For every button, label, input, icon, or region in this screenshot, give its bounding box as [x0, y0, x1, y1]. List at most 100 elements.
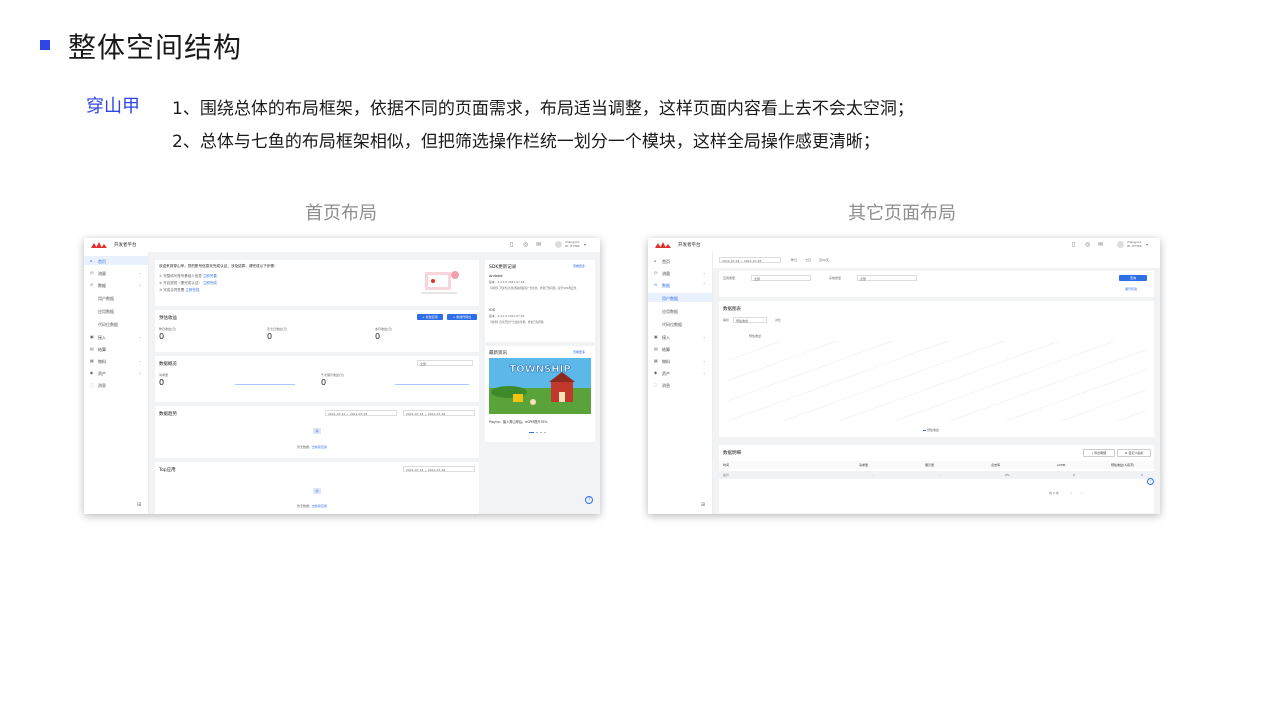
- sidebar-item-app-data[interactable]: 应用数据: [84, 306, 148, 315]
- news-banner-image[interactable]: TOWNSHIP: [489, 358, 591, 414]
- help-icon[interactable]: ◎: [1085, 241, 1090, 248]
- sidebar-item-data[interactable]: ⊙ 数据 ⌃: [648, 280, 712, 289]
- sidebar-item-traffic[interactable]: ◷ 流量 ⌄: [648, 268, 712, 277]
- empty-data-icon: [313, 488, 321, 494]
- sidebar-item-settlement[interactable]: ▤ 结算: [648, 344, 712, 353]
- table-header-cell[interactable]: 预估收益(人民币): [1111, 463, 1134, 467]
- carousel-dot[interactable]: [544, 432, 546, 433]
- compare-label[interactable]: 对比: [775, 318, 781, 322]
- document-icon[interactable]: ▯: [1072, 241, 1075, 248]
- carousel-dot-active[interactable]: [529, 432, 534, 433]
- user-info[interactable]: zhangxxx ID: 87364: [1127, 240, 1142, 248]
- query-button[interactable]: 查询: [1119, 275, 1147, 281]
- sidebar-item-slot-data[interactable]: 代码位数据: [648, 319, 712, 328]
- pagination-prev-icon[interactable]: ‹: [1071, 491, 1072, 495]
- avatar[interactable]: [555, 241, 562, 248]
- sidebar-item-assets[interactable]: ◆ 资产 ⌄: [648, 368, 712, 377]
- carousel-dot[interactable]: [540, 432, 542, 433]
- news-more-link[interactable]: 查看更多: [573, 350, 585, 354]
- overview-value-requests: 0: [159, 378, 165, 387]
- table-header: [719, 461, 1154, 469]
- chart-panel: 数据图表 指标 预估收益 对比 预估收益 预估收益: [719, 301, 1154, 437]
- sidebar-item-messages[interactable]: ◌ 消息: [648, 380, 712, 389]
- quick-date-7days[interactable]: 七日: [805, 258, 811, 262]
- collapse-sidebar-icon[interactable]: ⊞: [701, 502, 705, 509]
- data-icon: ⊙: [654, 282, 658, 287]
- chevron-down-icon[interactable]: ▾: [584, 241, 586, 248]
- sidebar-item-assets[interactable]: ◆ 资产 ⌄: [84, 368, 148, 377]
- top-apps-card: Top应用 2021-07-22 ~ 2021-07-28 暂无数据，去新建应用: [155, 462, 479, 514]
- filter-panel: 应用类型 全部 系统类型 全部 查询 展开筛选: [719, 271, 1154, 297]
- app-type-label: 应用类型: [723, 276, 736, 280]
- sidebar-item-material[interactable]: ▦ 物料 ⌄: [84, 356, 148, 365]
- table-header-cell: 时间: [723, 463, 730, 467]
- integration-icon: ▣: [90, 334, 94, 339]
- sidebar-item-settlement[interactable]: ▤ 结算: [84, 344, 148, 353]
- avatar[interactable]: [1117, 241, 1124, 248]
- trend-date-range[interactable]: 2021-07-22 ~ 2021-07-28: [325, 410, 397, 416]
- help-icon[interactable]: ◎: [523, 241, 528, 248]
- quick-date-30days[interactable]: 近30天: [819, 258, 829, 262]
- welcome-step-2: ② 开启提现（需完成认证） 立即完成: [159, 281, 217, 285]
- mail-icon[interactable]: ✉: [536, 241, 541, 248]
- new-app-button[interactable]: + 新建应用: [417, 314, 443, 320]
- empty-data-icon: [313, 428, 321, 434]
- overview-value-ecpm: 0: [321, 378, 327, 387]
- svg-text:TOWNSHIP: TOWNSHIP: [509, 364, 570, 375]
- material-icon: ▦: [90, 358, 94, 363]
- quick-date-yesterday[interactable]: 昨日: [791, 258, 797, 262]
- table-header-cell[interactable]: 展示量: [925, 463, 934, 467]
- date-range-picker[interactable]: 2021-07-22 ~ 2021-07-28: [719, 257, 781, 263]
- chevron-down-icon[interactable]: ▾: [1146, 241, 1148, 248]
- app-type-select[interactable]: 全部: [751, 275, 811, 281]
- table-header-cell[interactable]: eCPM: [1057, 463, 1065, 467]
- sidebar-item-slot-data[interactable]: 代码位数据: [84, 319, 148, 328]
- expand-filter-link[interactable]: 展开筛选: [1125, 287, 1137, 291]
- help-float-icon[interactable]: ?: [585, 496, 593, 504]
- help-float-icon[interactable]: ?: [1147, 478, 1154, 485]
- sidebar-item-integration[interactable]: ▣ 接入 ⌄: [648, 332, 712, 341]
- page-title: 整体空间结构: [68, 31, 243, 64]
- table-cell: 总计: [723, 473, 730, 477]
- assets-icon: ◆: [654, 370, 658, 375]
- trend-compare-range[interactable]: 2021-07-22 ~ 2021-07-28: [403, 410, 475, 416]
- chart-legend[interactable]: 预估收益: [923, 428, 939, 432]
- top-apps-date-range[interactable]: 2021-07-22 ~ 2021-07-28: [403, 466, 475, 472]
- sidebar-item-home[interactable]: ⌂ 首页: [84, 256, 148, 265]
- overview-label-requests: 请求量: [159, 373, 169, 377]
- news-title: 最新资讯: [489, 351, 507, 356]
- sdk-more-link[interactable]: 查看更多: [573, 264, 585, 268]
- date-filter-bar: 2021-07-22 ~ 2021-07-28 昨日 七日 近30天: [713, 252, 1160, 268]
- overview-select[interactable]: 全部: [417, 360, 473, 366]
- sidebar-item-integration[interactable]: ▣ 接入 ⌄: [84, 332, 148, 341]
- sidebar-item-material[interactable]: ▦ 物料 ⌄: [648, 356, 712, 365]
- os-type-select[interactable]: 全部: [857, 275, 917, 281]
- sdk-entry-version: 版本：3.4.1.0 2021-07-16: [489, 280, 525, 284]
- table-header-cell[interactable]: 点击率: [991, 463, 1000, 467]
- export-button[interactable]: ⤓ 导出明细: [1083, 449, 1115, 457]
- sidebar-item-user-data[interactable]: 用户数据: [648, 293, 712, 302]
- table-header-cell[interactable]: 请求量: [859, 463, 868, 467]
- sidebar-item-user-data[interactable]: 用户数据: [84, 293, 148, 302]
- traffic-icon: ◷: [90, 270, 94, 275]
- pagination-next-icon[interactable]: ›: [1081, 491, 1082, 495]
- metric-select[interactable]: 预估收益: [733, 317, 767, 323]
- sdk-entry-version: 版本：3.4.1.0 2021-07-16: [489, 314, 525, 318]
- document-icon[interactable]: ▯: [510, 241, 513, 248]
- news-caption[interactable]: Playrix：接入穿山甲后，eCPM提升35%: [489, 419, 548, 424]
- user-info[interactable]: zhangxxx ID: 87364: [565, 240, 580, 248]
- collapse-sidebar-icon[interactable]: ⊞: [137, 502, 141, 509]
- new-slot-button[interactable]: + 新建代码位: [447, 314, 477, 320]
- sidebar-item-messages[interactable]: ◌ 消息: [84, 380, 148, 389]
- sidebar-item-data[interactable]: ⊙ 数据 ⌄: [84, 280, 148, 289]
- message-icon: ◌: [654, 382, 658, 387]
- custom-metrics-button[interactable]: ⚙ 自定义指标: [1117, 449, 1151, 457]
- table-cell: 0: [1073, 473, 1075, 477]
- sidebar-item-app-data[interactable]: 应用数据: [648, 306, 712, 315]
- sidebar-item-home[interactable]: ⌂ 首页: [648, 256, 712, 265]
- overview-sparkline: [235, 384, 295, 385]
- mail-icon[interactable]: ✉: [1098, 241, 1103, 248]
- carousel-dot[interactable]: [536, 432, 538, 433]
- sidebar-item-traffic[interactable]: ◷ 流量 ⌄: [84, 268, 148, 277]
- os-type-label: 系统类型: [829, 276, 842, 280]
